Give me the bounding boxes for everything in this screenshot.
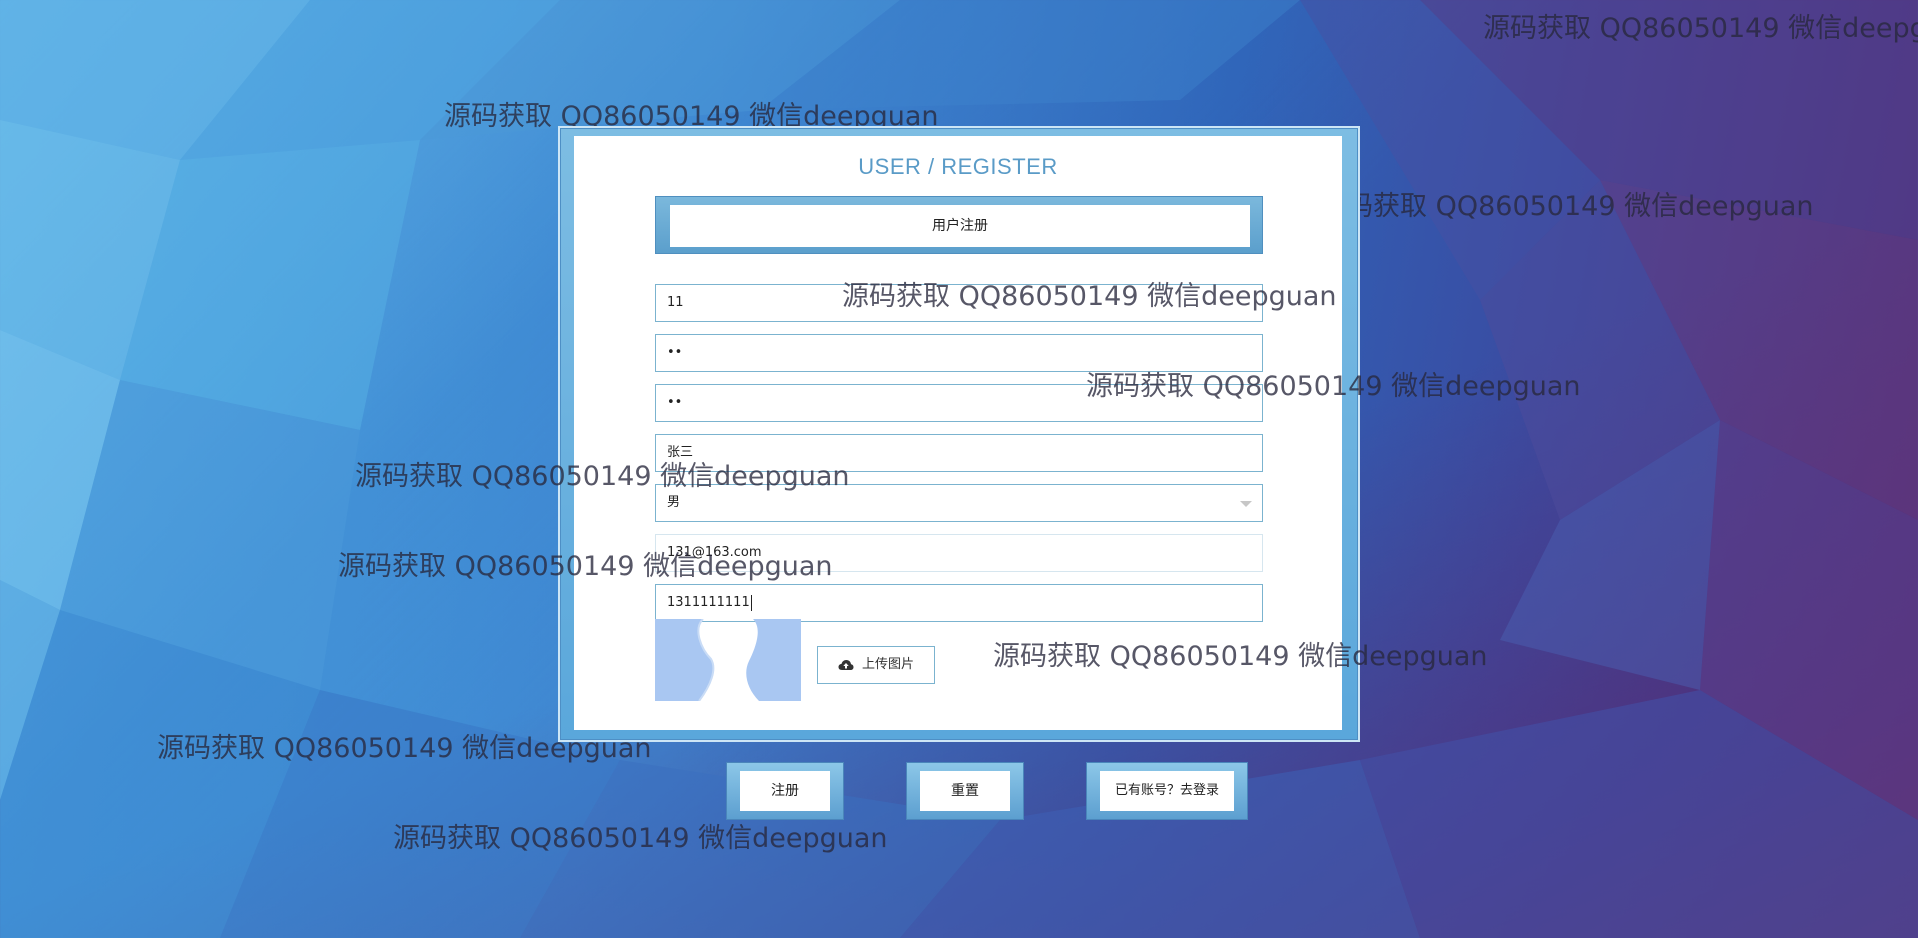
register-button[interactable]: 注册: [726, 762, 844, 820]
watermark: 源码获取 QQ86050149 微信deepguan: [1483, 13, 1918, 44]
phone-value: 1311111111: [667, 595, 750, 610]
watermark: 源码获取 QQ86050149 微信deepguan: [842, 281, 1337, 312]
upload-button-label: 上传图片: [861, 657, 914, 672]
page-title: USER / REGISTER: [858, 154, 1058, 179]
go-to-login-button[interactable]: 已有账号？去登录: [1086, 762, 1248, 820]
watermark: 源码获取 QQ86050149 微信deepguan: [1319, 191, 1814, 222]
login-button-label: 已有账号？去登录: [1100, 771, 1234, 811]
register-button-label: 注册: [740, 771, 830, 811]
reset-button-label: 重置: [920, 771, 1010, 811]
avatar-placeholder-image: [655, 619, 801, 701]
cloud-upload-icon: [838, 659, 854, 670]
confirm-password-value: ••: [667, 395, 683, 410]
phone-field[interactable]: 1311111111: [655, 584, 1263, 622]
form-banner: 用户注册: [655, 196, 1263, 254]
watermark: 源码获取 QQ86050149 微信deepguan: [393, 823, 888, 854]
watermark: 源码获取 QQ86050149 微信deepguan: [355, 461, 850, 492]
upload-image-button[interactable]: 上传图片: [817, 646, 935, 684]
reset-button[interactable]: 重置: [906, 762, 1024, 820]
watermark: 源码获取 QQ86050149 微信deepguan: [338, 551, 833, 582]
watermark: 源码获取 QQ86050149 微信deepguan: [993, 641, 1488, 672]
username-value: 11: [667, 295, 684, 310]
chevron-down-icon: [1240, 501, 1252, 507]
gender-selected-value: 男: [667, 495, 681, 510]
password-value: ••: [667, 345, 683, 360]
watermark: 源码获取 QQ86050149 微信deepguan: [1086, 371, 1581, 402]
form-banner-label: 用户注册: [670, 205, 1250, 247]
text-cursor: [750, 594, 752, 611]
watermark: 源码获取 QQ86050149 微信deepguan: [157, 733, 652, 764]
